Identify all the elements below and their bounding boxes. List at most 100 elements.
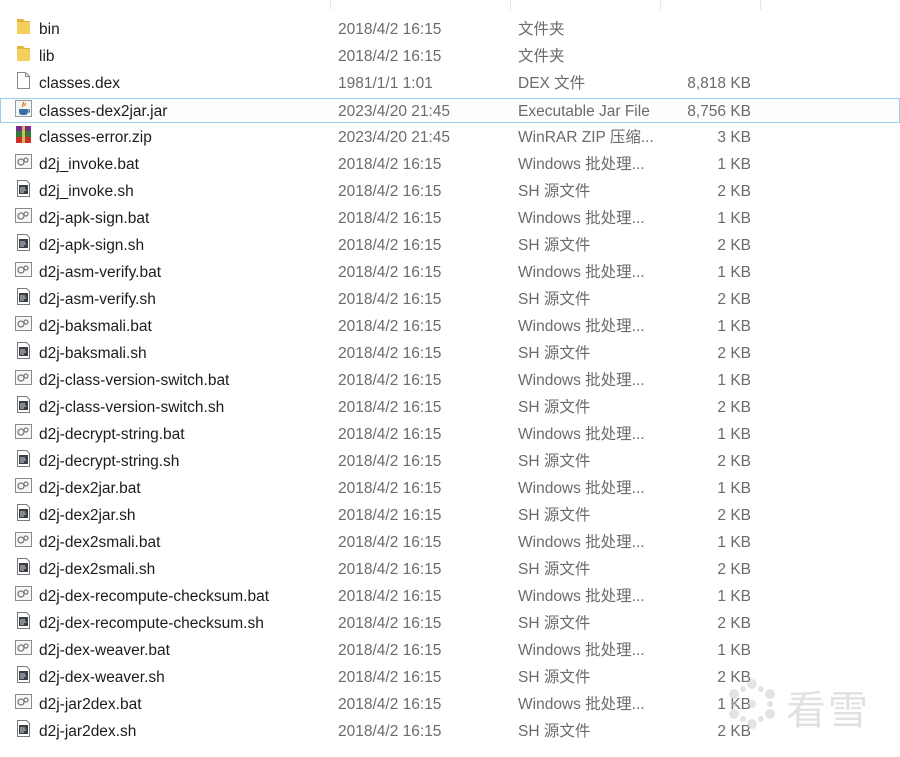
file-date-modified: 2018/4/2 16:15 — [338, 507, 442, 524]
file-row[interactable]: d2j-apk-sign.sh 2018/4/2 16:15 SH 源文件 2 KB — [0, 233, 900, 258]
file-type: Windows 批处理... — [518, 372, 645, 389]
file-row[interactable]: d2j-dex-recompute-checksum.sh 2018/4/2 16… — [0, 611, 900, 636]
file-row[interactable]: d2j-class-version-switch.bat 2018/4/2 16:… — [0, 368, 900, 393]
file-date-modified: 2018/4/2 16:15 — [338, 372, 442, 389]
shell-script-icon — [14, 611, 33, 630]
column-divider — [510, 0, 511, 10]
file-size: 1 KB — [717, 426, 751, 443]
file-type: Windows 批处理... — [518, 426, 645, 443]
file-name: d2j-apk-sign.sh — [39, 237, 145, 254]
file-type: Windows 批处理... — [518, 588, 645, 605]
file-name: bin — [39, 21, 60, 38]
file-size: 1 KB — [717, 210, 751, 227]
file-size: 1 KB — [717, 264, 751, 281]
file-name: d2j-dex-recompute-checksum.sh — [39, 615, 264, 632]
file-row[interactable]: d2j-decrypt-string.bat 2018/4/2 16:15 Wind… — [0, 422, 900, 447]
file-name: classes-dex2jar.jar — [39, 103, 168, 120]
watermark-text: 看雪 — [786, 688, 870, 734]
file-row[interactable]: d2j-dex-recompute-checksum.bat 2018/4/2 1… — [0, 584, 900, 609]
shell-script-icon — [14, 503, 33, 522]
file-size: 1 KB — [717, 372, 751, 389]
file-date-modified: 2018/4/2 16:15 — [338, 453, 442, 470]
file-type: SH 源文件 — [518, 237, 591, 254]
file-row[interactable]: d2j-baksmali.sh 2018/4/2 16:15 SH 源文件 2 KB — [0, 341, 900, 366]
file-row[interactable]: d2j-dex2jar.sh 2018/4/2 16:15 SH 源文件 2 KB — [0, 503, 900, 528]
file-date-modified: 2018/4/2 16:15 — [338, 534, 442, 551]
file-row[interactable]: d2j-decrypt-string.sh 2018/4/2 16:15 SH 源文… — [0, 449, 900, 474]
file-name: d2j-jar2dex.sh — [39, 723, 137, 740]
file-name: d2j_invoke.bat — [39, 156, 139, 173]
shell-script-icon — [14, 719, 33, 738]
file-date-modified: 2023/4/20 21:45 — [338, 103, 451, 120]
file-name: d2j-class-version-switch.sh — [39, 399, 225, 416]
file-name: d2j-baksmali.sh — [39, 345, 147, 362]
file-type: SH 源文件 — [518, 291, 591, 308]
file-date-modified: 2018/4/2 16:15 — [338, 264, 442, 281]
file-row[interactable]: d2j-asm-verify.sh 2018/4/2 16:15 SH 源文件 2 K… — [0, 287, 900, 312]
file-size: 3 KB — [717, 129, 751, 146]
file-row[interactable]: classes.dex 1981/1/1 1:01 DEX 文件 8,818 KB — [0, 71, 900, 96]
file-type: 文件夹 — [518, 48, 565, 65]
file-name: d2j-decrypt-string.sh — [39, 453, 180, 470]
file-name: d2j-apk-sign.bat — [39, 210, 150, 227]
batch-file-icon — [14, 638, 33, 657]
file-name: d2j-decrypt-string.bat — [39, 426, 185, 443]
shell-script-icon — [14, 557, 33, 576]
file-row[interactable]: d2j-dex2jar.bat 2018/4/2 16:15 Windows 批处理… — [0, 476, 900, 501]
file-row[interactable]: classes-dex2jar.jar 2023/4/20 21:45 Execut… — [0, 98, 900, 123]
file-row[interactable]: d2j-class-version-switch.sh 2018/4/2 16:1… — [0, 395, 900, 420]
file-type: WinRAR ZIP 压缩... — [518, 129, 654, 146]
file-name: d2j-dex2jar.sh — [39, 507, 136, 524]
file-name: d2j-dex-recompute-checksum.bat — [39, 588, 270, 605]
file-name: lib — [39, 48, 55, 65]
file-name: d2j-dex2smali.sh — [39, 561, 156, 578]
shell-script-icon — [14, 341, 33, 360]
file-type: Executable Jar File — [518, 103, 650, 120]
file-row[interactable]: d2j-dex2smali.bat 2018/4/2 16:15 Windows 批… — [0, 530, 900, 555]
file-name: d2j-asm-verify.sh — [39, 291, 156, 308]
file-row[interactable]: d2j-dex-weaver.bat 2018/4/2 16:15 Windows … — [0, 638, 900, 663]
file-date-modified: 2018/4/2 16:15 — [338, 480, 442, 497]
file-size: 2 KB — [717, 561, 751, 578]
file-row[interactable]: d2j-dex2smali.sh 2018/4/2 16:15 SH 源文件 2 KB — [0, 557, 900, 582]
file-row[interactable]: d2j_invoke.sh 2018/4/2 16:15 SH 源文件 2 KB — [0, 179, 900, 204]
column-divider — [330, 0, 331, 10]
file-date-modified: 2018/4/2 16:15 — [338, 210, 442, 227]
file-type: Windows 批处理... — [518, 264, 645, 281]
file-row[interactable]: classes-error.zip 2023/4/20 21:45 WinRAR Z… — [0, 125, 900, 150]
file-type: 文件夹 — [518, 21, 565, 38]
file-size: 1 KB — [717, 156, 751, 173]
file-type: SH 源文件 — [518, 453, 591, 470]
file-row[interactable]: d2j-baksmali.bat 2018/4/2 16:15 Windows 批处… — [0, 314, 900, 339]
folder-icon — [14, 17, 33, 36]
file-row[interactable]: bin 2018/4/2 16:15 文件夹 — [0, 17, 900, 42]
file-size: 2 KB — [717, 183, 751, 200]
file-date-modified: 2018/4/2 16:15 — [338, 48, 442, 65]
file-list: bin 2018/4/2 16:15 文件夹 lib 2018/4/2 16:15 文件夹… — [0, 17, 900, 746]
file-type: SH 源文件 — [518, 507, 591, 524]
file-name: d2j-jar2dex.bat — [39, 696, 142, 713]
file-type: DEX 文件 — [518, 75, 586, 92]
watermark: 看雪 — [724, 676, 884, 734]
file-type: Windows 批处理... — [518, 642, 645, 659]
file-name: classes-error.zip — [39, 129, 152, 146]
batch-file-icon — [14, 584, 33, 603]
batch-file-icon — [14, 368, 33, 387]
batch-file-icon — [14, 260, 33, 279]
shell-script-icon — [14, 233, 33, 252]
file-size: 1 KB — [717, 534, 751, 551]
file-type: SH 源文件 — [518, 615, 591, 632]
file-type: SH 源文件 — [518, 669, 591, 686]
batch-file-icon — [14, 476, 33, 495]
file-type: SH 源文件 — [518, 345, 591, 362]
blank-file-icon — [14, 71, 33, 90]
file-type: SH 源文件 — [518, 183, 591, 200]
file-size: 1 KB — [717, 588, 751, 605]
file-row[interactable]: d2j-apk-sign.bat 2018/4/2 16:15 Windows 批处… — [0, 206, 900, 231]
file-row[interactable]: lib 2018/4/2 16:15 文件夹 — [0, 44, 900, 69]
shell-script-icon — [14, 287, 33, 306]
file-row[interactable]: d2j-asm-verify.bat 2018/4/2 16:15 Windows … — [0, 260, 900, 285]
file-size: 2 KB — [717, 615, 751, 632]
file-row[interactable]: d2j_invoke.bat 2018/4/2 16:15 Windows 批处理.… — [0, 152, 900, 177]
file-size: 1 KB — [717, 480, 751, 497]
